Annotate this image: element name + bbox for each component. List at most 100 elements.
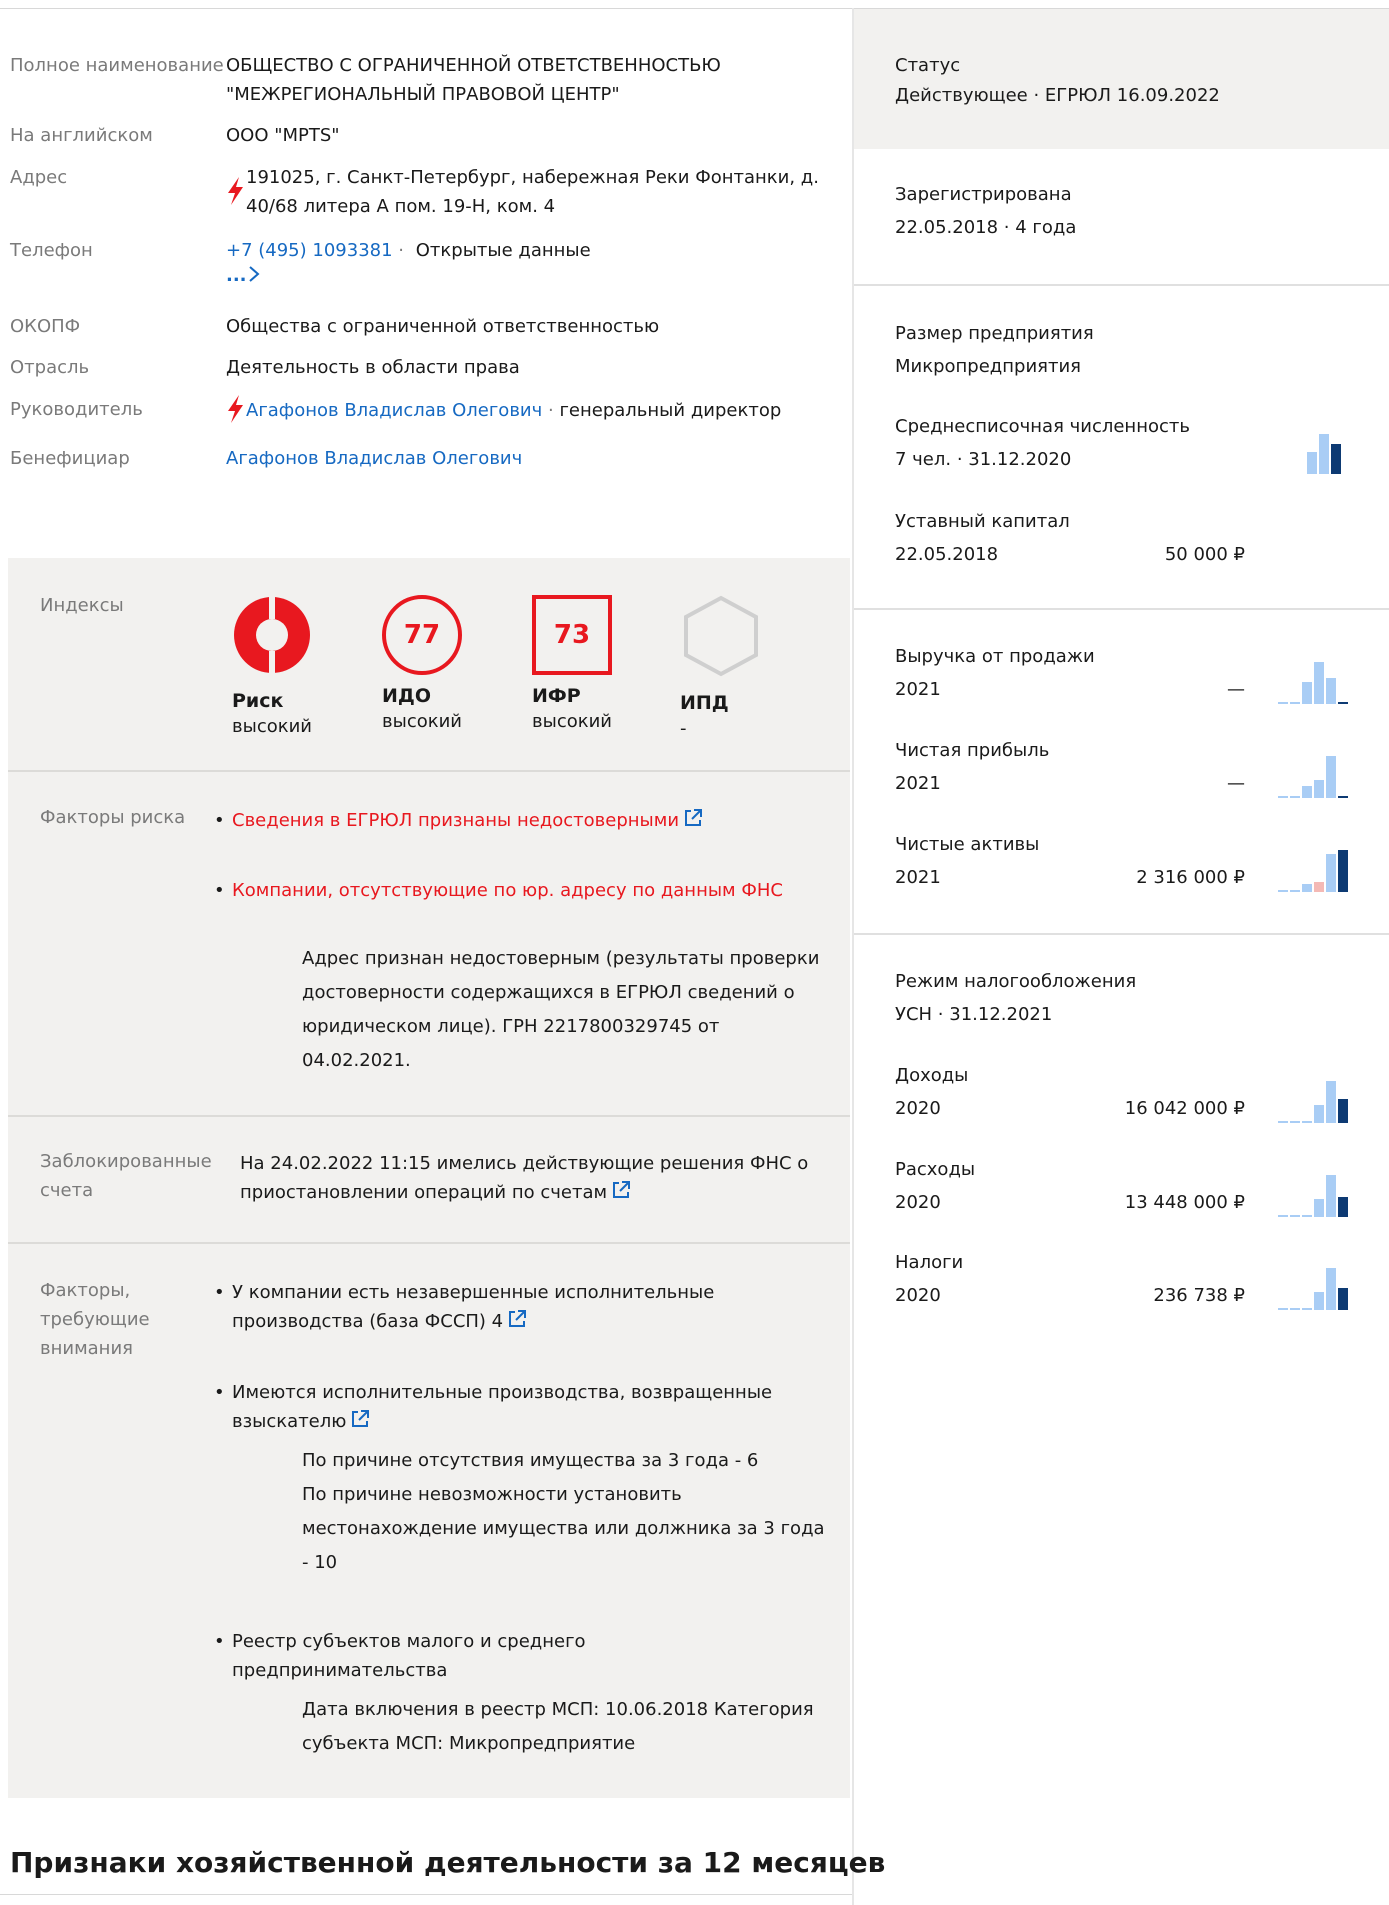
industry-value: Деятельность в области права bbox=[226, 357, 520, 378]
phone-separator: · bbox=[398, 240, 405, 261]
ido-badge-value: 77 bbox=[403, 620, 441, 650]
mini-bar bbox=[1326, 756, 1336, 798]
revenue-label: Выручка от продажи bbox=[895, 646, 1095, 667]
mini-bar bbox=[1326, 1268, 1336, 1310]
chevron-right-icon bbox=[248, 266, 260, 282]
section-title: Признаки хозяйственной деятельности за 1… bbox=[10, 1846, 886, 1879]
attention-item[interactable]: У компании есть незавершенные исполнител… bbox=[214, 1278, 792, 1336]
taxes-value: 236 738 ₽ bbox=[1153, 1285, 1245, 1306]
industry-label: Отрасль bbox=[10, 357, 90, 378]
mini-bar bbox=[1326, 854, 1336, 892]
risk-factor-detail: Адрес признан недостоверным (результаты … bbox=[302, 948, 820, 1071]
registered-value: 22.05.2018 · 4 года bbox=[895, 217, 1077, 238]
mini-bar bbox=[1314, 1199, 1324, 1217]
size-label: Размер предприятия bbox=[895, 323, 1094, 344]
right-divider bbox=[854, 933, 1389, 935]
mini-bar bbox=[1338, 796, 1348, 798]
expenses-mini-chart[interactable] bbox=[1278, 1173, 1350, 1222]
mini-bar-chart-svg bbox=[1278, 850, 1348, 892]
mini-bar bbox=[1302, 1308, 1312, 1310]
mini-bar bbox=[1314, 1105, 1324, 1123]
mini-bar bbox=[1302, 1215, 1312, 1217]
head-value-wrap: Агафонов Владислав Олегович · генеральны… bbox=[226, 395, 840, 425]
attention-text: У компании есть незавершенные исполнител… bbox=[232, 1282, 715, 1332]
profit-year: 2021 bbox=[895, 773, 941, 794]
blocked-label: Заблокированные счета bbox=[40, 1151, 212, 1201]
external-link-icon[interactable] bbox=[350, 1409, 370, 1429]
head-label: Руководитель bbox=[10, 399, 143, 420]
index-ipd-name: ИПД bbox=[680, 692, 729, 714]
mini-bar bbox=[1290, 890, 1300, 892]
full-name-value: ОБЩЕСТВО С ОГРАНИЧЕННОЙ ОТВЕТСТВЕННОСТЬЮ… bbox=[226, 55, 721, 105]
mini-bar bbox=[1326, 1175, 1336, 1217]
mini-bar bbox=[1290, 1308, 1300, 1310]
attention-detail: По причине отсутствия имущества за 3 год… bbox=[302, 1450, 759, 1471]
index-ipd[interactable]: ИПД - bbox=[680, 595, 800, 742]
ido-badge: 77 bbox=[382, 595, 462, 675]
taxes-label: Налоги bbox=[895, 1252, 964, 1273]
profit-value: — bbox=[1227, 773, 1245, 794]
mini-bar bbox=[1314, 1292, 1324, 1310]
external-link-icon[interactable] bbox=[611, 1180, 631, 1200]
profit-label: Чистая прибыль bbox=[895, 740, 1050, 761]
mini-bar-chart-svg bbox=[1278, 662, 1348, 704]
head-separator: · bbox=[548, 400, 554, 421]
status-value: Действующее · ЕГРЮЛ 16.09.2022 bbox=[895, 85, 1220, 106]
mini-bar bbox=[1319, 434, 1329, 474]
mini-bar bbox=[1278, 702, 1288, 704]
phone-more-dots: ... bbox=[226, 265, 247, 286]
hexagon-icon bbox=[684, 595, 758, 677]
ifr-badge-value: 73 bbox=[553, 620, 591, 650]
mini-bar-chart-svg bbox=[1307, 434, 1341, 474]
english-name-value: ООО "MPTS" bbox=[226, 125, 340, 146]
expenses-year: 2020 bbox=[895, 1192, 941, 1213]
assets-year: 2021 bbox=[895, 867, 941, 888]
mini-bar bbox=[1307, 452, 1317, 474]
risk-factors-label: Факторы риска bbox=[40, 807, 186, 828]
mini-bar bbox=[1338, 850, 1348, 892]
assets-mini-chart[interactable] bbox=[1278, 848, 1350, 897]
column-divider bbox=[852, 8, 854, 1905]
tax-regime-value: УСН · 31.12.2021 bbox=[895, 1004, 1053, 1025]
phone-link[interactable]: +7 (495) 1093381 bbox=[226, 240, 393, 261]
beneficiary-label: Бенефициар bbox=[10, 448, 130, 469]
expenses-value: 13 448 000 ₽ bbox=[1124, 1192, 1245, 1213]
full-name-label: Полное наименование bbox=[10, 55, 224, 76]
industry-row: Отрасль Деятельность в области права bbox=[10, 353, 840, 382]
phone-more-button[interactable]: ... bbox=[226, 265, 840, 286]
income-mini-chart[interactable] bbox=[1278, 1079, 1350, 1128]
profit-mini-chart[interactable] bbox=[1278, 754, 1350, 803]
head-name-link[interactable]: Агафонов Владислав Олегович bbox=[246, 400, 542, 421]
mini-bar-chart-svg bbox=[1278, 1268, 1348, 1310]
index-risk-name: Риск bbox=[232, 690, 284, 712]
mini-bar bbox=[1278, 796, 1288, 798]
expenses-label: Расходы bbox=[895, 1159, 976, 1180]
lightning-icon bbox=[228, 177, 243, 205]
beneficiary-link[interactable]: Агафонов Владислав Олегович bbox=[226, 448, 522, 469]
headcount-mini-chart[interactable] bbox=[1307, 430, 1343, 479]
assets-label: Чистые активы bbox=[895, 834, 1040, 855]
index-ido[interactable]: 77 ИДО высокий bbox=[382, 595, 502, 735]
address-value: 191025, г. Санкт-Петербург, набережная Р… bbox=[246, 167, 819, 217]
mini-bar bbox=[1302, 682, 1312, 704]
revenue-mini-chart[interactable] bbox=[1278, 660, 1350, 709]
registered-label: Зарегистрирована bbox=[895, 184, 1072, 205]
taxes-mini-chart[interactable] bbox=[1278, 1266, 1350, 1315]
attention-item[interactable]: Имеются исполнительные производства, воз… bbox=[214, 1378, 792, 1436]
mini-bar bbox=[1278, 1121, 1288, 1123]
external-link-icon[interactable] bbox=[507, 1309, 527, 1329]
mini-bar bbox=[1314, 882, 1324, 892]
index-ifr-name: ИФР bbox=[532, 685, 581, 707]
size-value: Микропредприятия bbox=[895, 356, 1081, 377]
attention-label: Факторы, требующие внимания bbox=[40, 1280, 150, 1359]
attention-item[interactable]: Реестр субъектов малого и среднего предп… bbox=[214, 1627, 792, 1685]
external-link-icon[interactable] bbox=[683, 808, 703, 828]
okopf-row: ОКОПФ Общества с ограниченной ответствен… bbox=[10, 312, 840, 341]
mini-bar bbox=[1338, 702, 1348, 704]
index-ifr[interactable]: 73 ИФР высокий bbox=[532, 595, 652, 735]
risk-factor-item[interactable]: Сведения в ЕГРЮЛ признаны недостоверными bbox=[214, 806, 792, 835]
index-risk[interactable]: Риск высокий bbox=[232, 595, 352, 740]
head-role: генеральный директор bbox=[559, 400, 782, 421]
risk-factor-item[interactable]: Компании, отсутствующие по юр. адресу по… bbox=[214, 876, 792, 905]
panel-divider bbox=[8, 770, 850, 772]
